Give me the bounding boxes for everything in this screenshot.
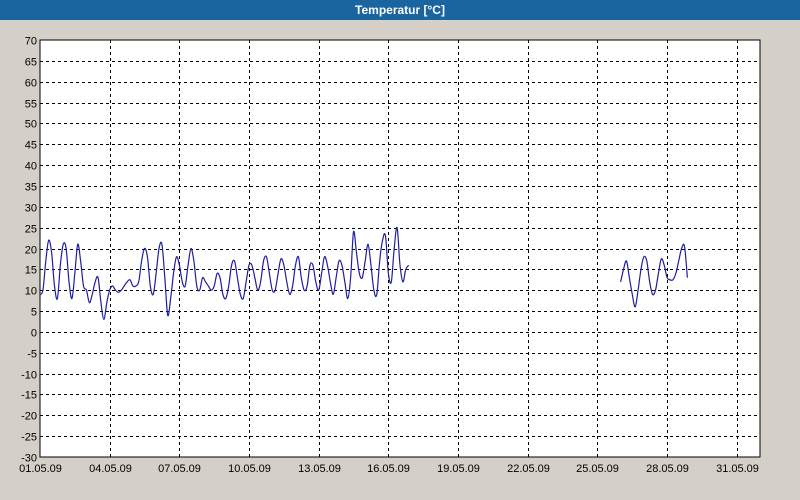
y-tick-label: -5 bbox=[27, 349, 37, 361]
x-tick-label: 16.05.09 bbox=[367, 463, 410, 475]
y-tick-label: 45 bbox=[25, 140, 37, 152]
y-tick-label: 55 bbox=[25, 99, 37, 111]
line-chart: 7065605550454035302520151050-5-10-15-20-… bbox=[19, 36, 761, 475]
y-tick-label: -25 bbox=[21, 432, 37, 444]
y-tick-label: -20 bbox=[21, 411, 37, 423]
y-tick-label: 10 bbox=[25, 286, 37, 298]
x-tick-label: 13.05.09 bbox=[298, 463, 341, 475]
y-tick-label: 35 bbox=[25, 182, 37, 194]
chart-window: Temperatur [°C] 70 65 60 55 50 45 40 35 30 25 20 15… bbox=[0, 0, 800, 500]
y-tick-label: 65 bbox=[25, 57, 37, 69]
x-tick-label: 22.05.09 bbox=[507, 463, 550, 475]
y-tick-label: 20 bbox=[25, 245, 37, 257]
y-axis-ticks: 7065605550454035302520151050-5-10-15-20-… bbox=[21, 36, 37, 465]
x-axis-ticks: 01.05.09 04.05.09 07.05.09 10.05.09 13.05.09… bbox=[19, 463, 759, 475]
x-tick-label: 04.05.09 bbox=[89, 463, 132, 475]
x-tick-label: 25.05.09 bbox=[576, 463, 619, 475]
chart-title: Temperatur [°C] bbox=[0, 0, 800, 20]
x-tick-label: 19.05.09 bbox=[437, 463, 480, 475]
x-tick-label: 01.05.09 bbox=[19, 463, 62, 475]
y-tick-label: 15 bbox=[25, 265, 37, 277]
y-tick-label: 0 bbox=[31, 328, 37, 340]
x-tick-label: 31.05.09 bbox=[716, 463, 759, 475]
y-tick-label: -10 bbox=[21, 370, 37, 382]
x-tick-label: 07.05.09 bbox=[158, 463, 201, 475]
y-tick-label: -15 bbox=[21, 390, 37, 402]
y-tick-label: 40 bbox=[25, 161, 37, 173]
x-tick-label: 10.05.09 bbox=[228, 463, 271, 475]
y-tick-label: 5 bbox=[31, 307, 37, 319]
y-tick-label: 50 bbox=[25, 119, 37, 131]
y-tick-label: 70 bbox=[25, 36, 37, 48]
x-tick-label: 28.05.09 bbox=[646, 463, 689, 475]
y-tick-label: 60 bbox=[25, 78, 37, 90]
y-tick-label: 25 bbox=[25, 224, 37, 236]
y-tick-label: 30 bbox=[25, 203, 37, 215]
